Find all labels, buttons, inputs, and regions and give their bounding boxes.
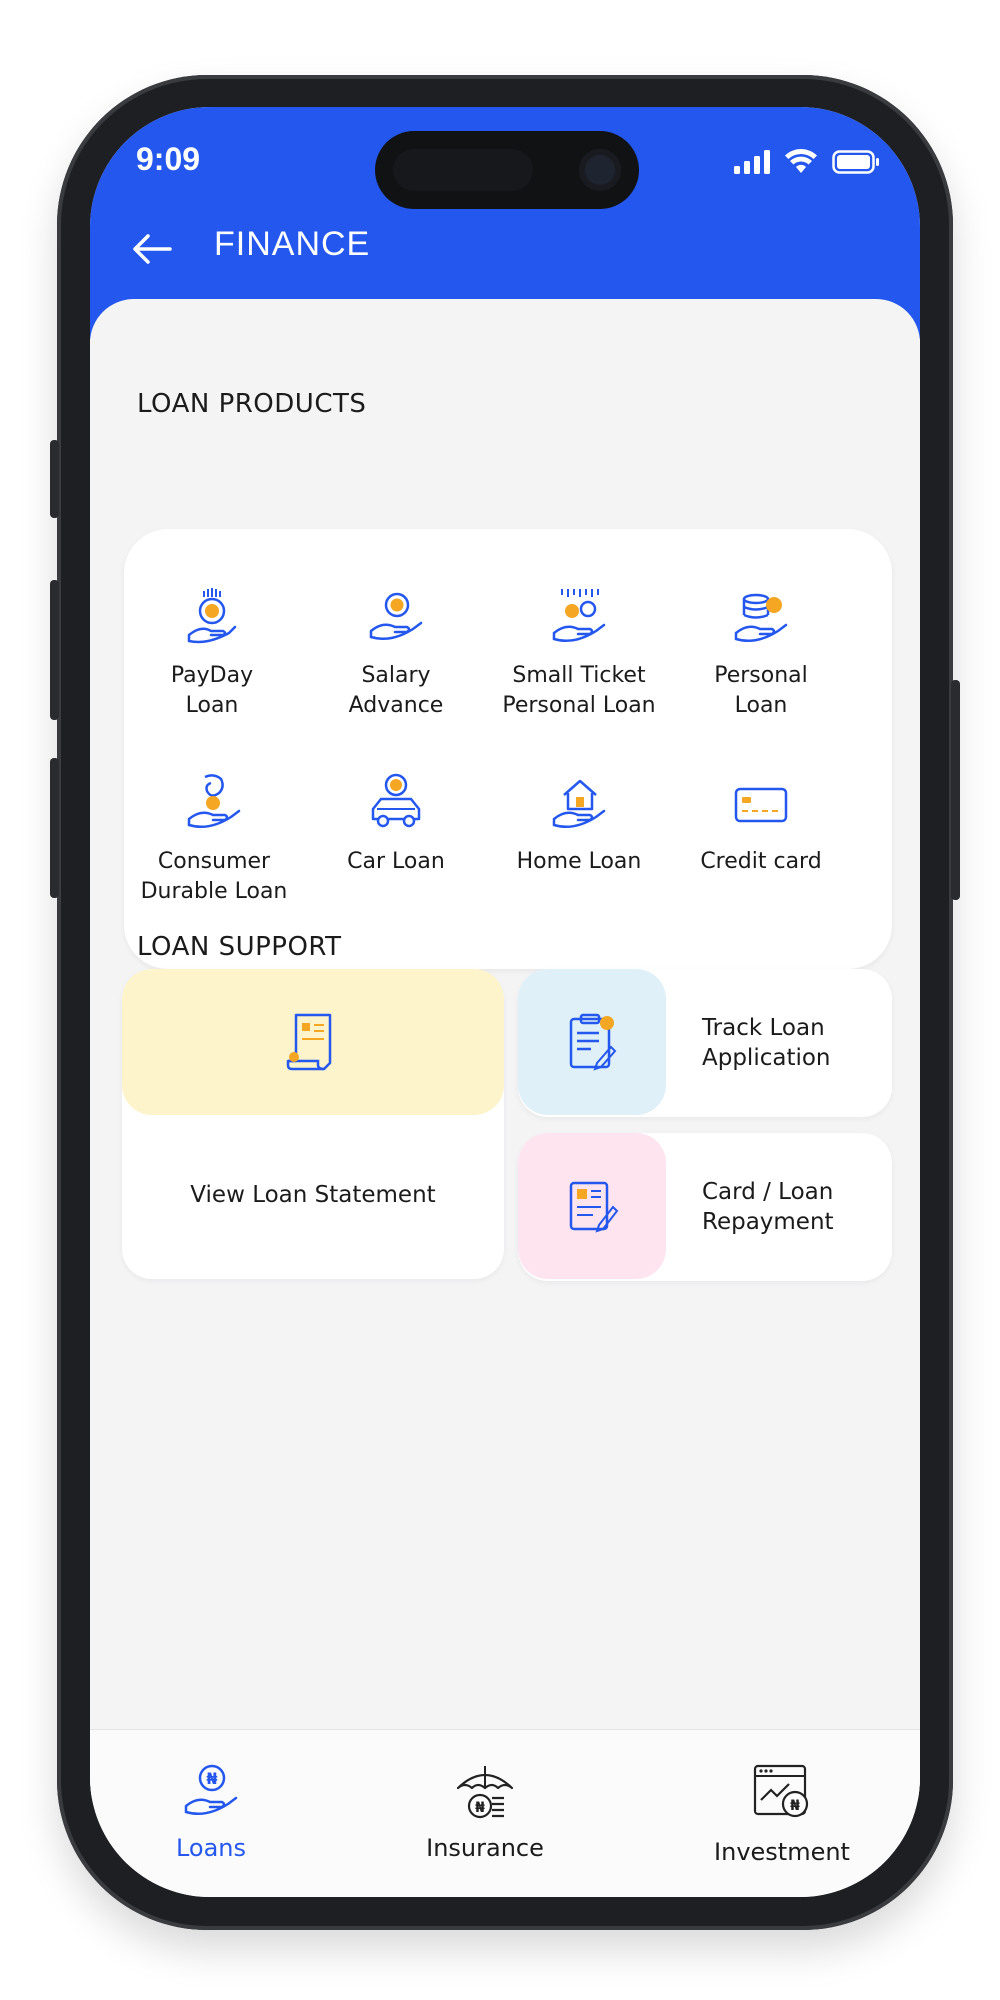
small-ticket-loan-icon — [552, 589, 606, 642]
product-label: Salary Advance — [348, 663, 444, 718]
svg-text:₦: ₦ — [206, 1769, 217, 1788]
product-salary-advance[interactable]: Salary Advance — [303, 585, 489, 721]
card-loan-repayment-tile[interactable]: Card / Loan Repayment — [518, 1133, 892, 1281]
track-icon-area — [518, 969, 666, 1115]
consumer-durable-loan-icon — [187, 774, 241, 828]
product-credit-card[interactable]: Credit card — [668, 771, 854, 877]
product-small-ticket-loan[interactable]: Small Ticket Personal Loan — [486, 585, 672, 721]
statement-icon-area — [122, 969, 504, 1115]
product-label: Car Loan — [347, 849, 445, 874]
power-button — [951, 680, 960, 900]
repayment-icon — [569, 1181, 619, 1233]
loan-support-heading: LOAN SUPPORT — [137, 932, 342, 962]
product-home-loan[interactable]: Home Loan — [486, 771, 672, 877]
page-title: FINANCE — [214, 225, 371, 263]
payday-loan-icon — [187, 588, 237, 644]
product-label: Small Ticket Personal Loan — [502, 663, 656, 718]
screen: 9:09 FINANCE LOAN PRODUCTS PayDay Loan S… — [90, 107, 920, 1897]
product-personal-loan[interactable]: Personal Loan — [668, 585, 854, 721]
front-camera — [579, 149, 621, 191]
content-area: LOAN PRODUCTS PayDay Loan Salary Advance… — [90, 299, 920, 1799]
tile-label: Card / Loan Repayment — [702, 1179, 834, 1235]
product-label: PayDay Loan — [170, 663, 254, 718]
tile-label: Track Loan Application — [702, 1015, 831, 1071]
track-loan-application-tile[interactable]: Track Loan Application — [518, 969, 892, 1117]
product-payday-loan[interactable]: PayDay Loan — [119, 585, 305, 721]
loan-statement-icon — [286, 1013, 332, 1071]
car-loan-icon — [371, 773, 421, 828]
nav-label: Loans — [175, 1834, 247, 1862]
svg-text:₦: ₦ — [790, 1798, 800, 1814]
product-consumer-durable-loan[interactable]: Consumer Durable Loan — [121, 771, 307, 907]
salary-advance-icon — [369, 592, 423, 640]
svg-text:₦: ₦ — [475, 1800, 485, 1816]
product-label: Credit card — [700, 849, 822, 874]
investment-icon: ₦ — [753, 1764, 809, 1818]
product-car-loan[interactable]: Car Loan — [303, 771, 489, 877]
nav-insurance[interactable]: ₦ Insurance — [385, 1760, 585, 1862]
island-sensor — [393, 149, 533, 191]
signal-icon — [734, 150, 770, 174]
nav-label: Investment — [714, 1838, 850, 1866]
tile-label: View Loan Statement — [190, 1182, 436, 1208]
product-label: Consumer Durable Loan — [140, 849, 288, 904]
loan-products-heading: LOAN PRODUCTS — [137, 389, 367, 419]
loans-icon: ₦ — [184, 1764, 238, 1815]
view-loan-statement-tile[interactable]: View Loan Statement — [122, 969, 504, 1279]
nav-loans[interactable]: ₦ Loans — [111, 1760, 311, 1862]
product-label: Home Loan — [516, 849, 642, 874]
personal-loan-icon — [734, 593, 788, 642]
product-label: Personal Loan — [714, 663, 808, 718]
dynamic-island — [375, 131, 639, 209]
home-loan-icon — [552, 779, 606, 828]
insurance-icon: ₦ — [456, 1766, 514, 1819]
volume-up-button — [50, 580, 59, 720]
silent-switch — [50, 440, 59, 518]
wifi-icon — [785, 149, 817, 173]
nav-label: Insurance — [426, 1834, 544, 1862]
status-time: 9:09 — [136, 141, 201, 177]
volume-down-button — [50, 758, 59, 898]
nav-investment[interactable]: ₦ Investment — [682, 1760, 882, 1866]
loan-products-card: PayDay Loan Salary Advance Small Ticket … — [124, 529, 892, 969]
repayment-icon-area — [518, 1133, 666, 1279]
battery-icon — [832, 150, 879, 174]
status-icons — [734, 149, 880, 175]
bottom-navigation: ₦ Loans ₦ Insurance ₦ Investment — [90, 1729, 920, 1897]
track-application-icon — [569, 1013, 617, 1071]
credit-card-icon — [734, 787, 788, 823]
back-arrow-icon[interactable] — [130, 227, 174, 271]
